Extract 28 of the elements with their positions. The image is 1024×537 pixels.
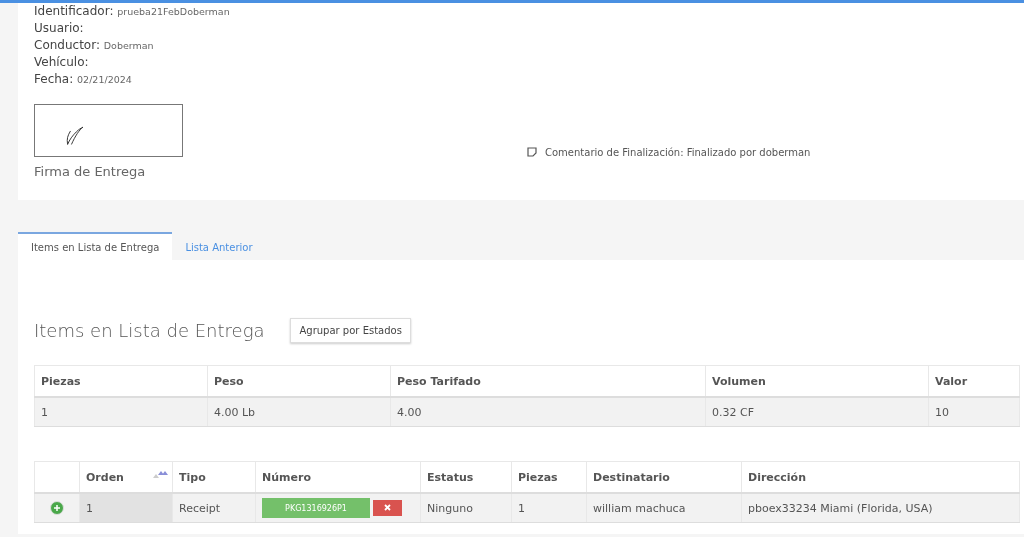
table-cell: 0.32 CF	[705, 397, 929, 427]
table-cell: 1	[34, 397, 208, 427]
add-icon[interactable]	[50, 501, 64, 515]
table-cell: pboex33234 Miami (Florida, USA)	[741, 493, 1020, 523]
note-icon	[527, 147, 537, 157]
group-by-status-button[interactable]: Agrupar por Estados	[290, 318, 411, 343]
table-cell: Ninguno	[420, 493, 512, 523]
table-cell: 1	[511, 493, 587, 523]
field-value: 02/21/2024	[77, 74, 132, 85]
table-cell: 4.00	[390, 397, 706, 427]
field-label: Usuario:	[34, 21, 84, 35]
table-cell: 1	[79, 493, 173, 523]
completion-comment: Comentario de Finalización: Finalizado por doberman	[545, 146, 811, 158]
signature-caption: Firma de Entrega	[34, 164, 146, 179]
field-label: Fecha:	[34, 72, 74, 86]
field-value: Doberman	[103, 40, 154, 51]
table-cell: william machuca	[586, 493, 742, 523]
table-cell: 4.00 Lb	[207, 397, 391, 427]
tab[interactable]: Items en Lista de Entrega	[18, 232, 173, 260]
section-title: Items en Lista de Entrega	[34, 320, 265, 341]
field-label: Vehículo:	[34, 55, 89, 69]
close-icon	[384, 504, 391, 511]
field-value: prueba21FebDoberman	[117, 6, 230, 17]
table-cell: Receipt	[172, 493, 256, 523]
field-label: Conductor:	[34, 38, 100, 52]
field-label: Identificador:	[34, 4, 114, 18]
table-cell: 10	[928, 397, 1020, 427]
remove-button[interactable]	[373, 500, 402, 516]
